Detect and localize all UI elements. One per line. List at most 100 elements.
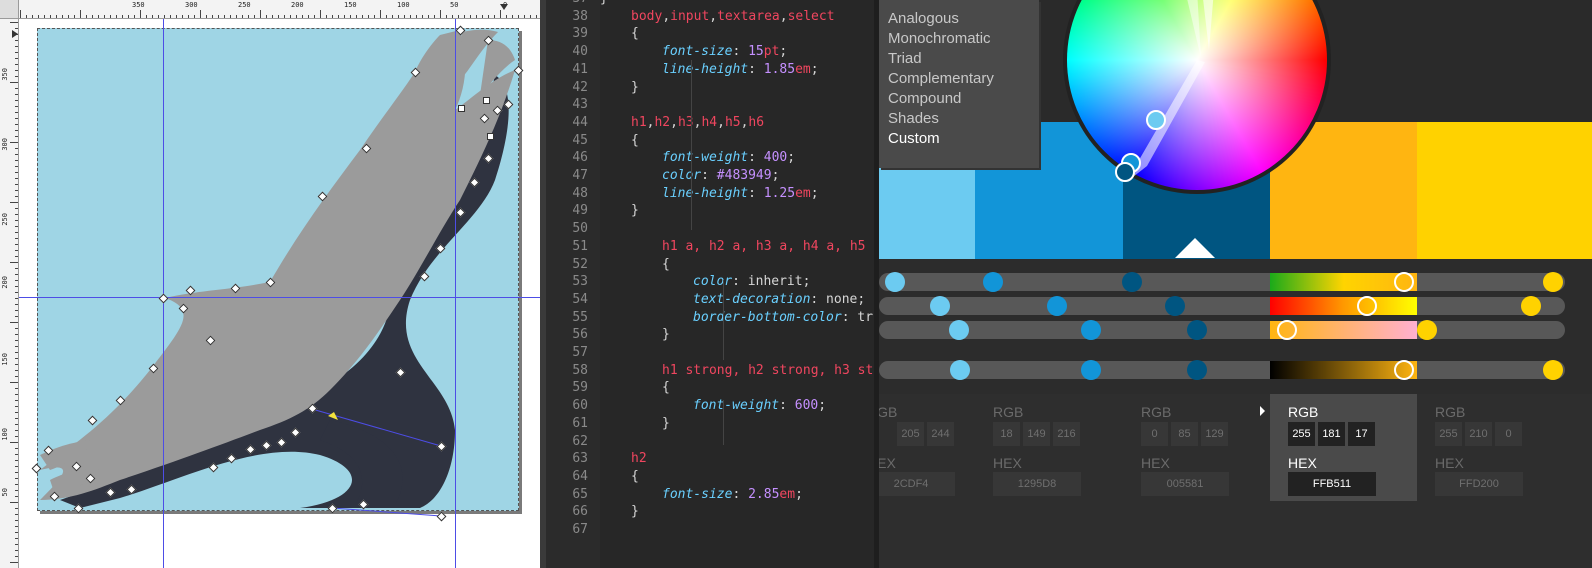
code-line[interactable]: 59 { [546,379,874,397]
rgb-value-field[interactable]: 17 [1348,422,1375,446]
code-line[interactable]: 66} [546,503,874,521]
hex-value-field[interactable]: FFD200 [1435,472,1523,496]
vertical-ruler[interactable]: 50 100 150 200 250 300 350 [0,18,19,568]
slider-knob[interactable] [1081,320,1101,340]
rgb-value-field[interactable]: 255 [1435,422,1462,446]
menu-item-shades[interactable]: Shades [888,110,939,127]
code-line[interactable]: 53 color: inherit; [546,273,874,291]
code-line[interactable]: 41 line-height: 1.85em; [546,61,874,79]
code-line[interactable]: 55 border-bottom-color: tr [546,309,874,327]
slider-knob[interactable] [930,296,950,316]
ruler-tick [38,15,39,18]
slider-knob[interactable] [983,272,1003,292]
menu-item-triad[interactable]: Triad [888,50,922,67]
rgb-value-field[interactable]: 181 [1318,422,1345,446]
menu-item-analogous[interactable]: Analogous [888,10,959,27]
code-line[interactable]: 67 [546,521,874,539]
rgb-value-field[interactable]: 205 [897,422,924,446]
rgb-value-field[interactable]: 0 [1495,422,1522,446]
slider-knob[interactable] [1187,360,1207,380]
ruler-label: 350 [1,68,9,81]
line-number: 48 [572,185,588,201]
code-line[interactable]: 51 h1 a, h2 a, h3 a, h4 a, h5 [546,238,874,256]
rgb-value-field[interactable]: 210 [1465,422,1492,446]
code-line[interactable]: 61} [546,415,874,433]
code-line[interactable]: 65 font-size: 2.85em; [546,486,874,504]
code-line[interactable]: 39 { [546,25,874,43]
slider-track[interactable] [879,361,1565,379]
slider-knob[interactable] [1543,360,1563,380]
slider-knob[interactable] [1394,272,1414,292]
code-line[interactable]: 64 { [546,468,874,486]
slider-knob[interactable] [1047,296,1067,316]
slider-knob[interactable] [950,360,970,380]
slider-knob[interactable] [1417,320,1437,340]
line-number: 54 [572,291,588,307]
code-line[interactable]: 56} [546,326,874,344]
slider-track[interactable] [879,297,1565,315]
guide-horizontal[interactable] [18,297,540,298]
hex-value-field[interactable]: FFB511 [1288,472,1376,496]
harmony-menu[interactable]: Analogous Monochromatic Triad Complementary… [879,0,1039,168]
code-line[interactable]: 54 text-decoration: none; [546,291,874,309]
slider-knob[interactable] [1277,320,1297,340]
rgb-value-field[interactable]: 244 [927,422,954,446]
ruler-label: 250 [1,213,9,226]
slider-track[interactable] [879,321,1565,339]
code-line[interactable]: 49} [546,202,874,220]
rgb-value-field[interactable]: 149 [1023,422,1050,446]
menu-item-monochromatic[interactable]: Monochromatic [888,30,991,47]
code-line[interactable]: 43 [546,96,874,114]
slider-knob[interactable] [1543,272,1563,292]
code-line[interactable]: 38 body,input,textarea,select [546,8,874,26]
code-line[interactable]: 46 font-weight: 400; [546,149,874,167]
hex-value-field[interactable]: 1295D8 [993,472,1081,496]
code-line[interactable]: 48 line-height: 1.25em; [546,185,874,203]
rgb-value-field[interactable]: 129 [1201,422,1228,446]
hex-value-field[interactable]: 2CDF4 [879,472,955,496]
code-line[interactable]: 57 [546,344,874,362]
node-handle[interactable] [458,105,465,112]
code-line[interactable]: 50 [546,220,874,238]
slider-gradient[interactable] [1270,297,1417,315]
slider-knob[interactable] [1187,320,1207,340]
code-line[interactable]: 52 { [546,256,874,274]
rgb-value-field[interactable]: 255 [1288,422,1315,446]
code-line[interactable]: 42} [546,79,874,97]
code-line[interactable]: 40 font-size: 15pt; [546,43,874,61]
code-editor-panel[interactable]: 37}38body,input,textarea,select39{40font… [540,0,874,568]
code-line[interactable]: 37} [546,0,874,8]
hex-value-field[interactable]: 005581 [1141,472,1229,496]
code-line[interactable]: 63 h2 [546,450,874,468]
code-token: ; [810,185,819,201]
menu-item-custom[interactable]: Custom [888,130,940,147]
node-handle[interactable] [487,133,494,140]
slider-knob[interactable] [1521,296,1541,316]
rgb-value-field[interactable]: 18 [993,422,1020,446]
menu-item-compound[interactable]: Compound [888,90,961,107]
slider-knob[interactable] [949,320,969,340]
rgb-value-field[interactable]: 85 [1171,422,1198,446]
slider-track[interactable] [879,273,1565,291]
slider-knob[interactable] [1394,360,1414,380]
rgb-value-field[interactable]: 0 [1141,422,1168,446]
slider-knob[interactable] [1165,296,1185,316]
guide-vertical-2[interactable] [455,18,456,568]
code-line[interactable]: 45 { [546,132,874,150]
slider-knob[interactable] [1357,296,1377,316]
code-line[interactable]: 44 h1,h2,h3,h4,h5,h6 [546,114,874,132]
slider-knob[interactable] [1081,360,1101,380]
slider-knob[interactable] [1122,272,1142,292]
rgb-value-field[interactable]: 216 [1053,422,1080,446]
slider-knob[interactable] [885,272,905,292]
code-line[interactable]: 58 h1 strong, h2 strong, h3 st [546,362,874,380]
node-handle[interactable] [483,97,490,104]
horizontal-ruler[interactable]: 0 50 100 150 200 250 300 350 [0,0,540,19]
code-line[interactable]: 47 color: #483949; [546,167,874,185]
code-line[interactable]: 60 font-weight: 600; [546,397,874,415]
menu-item-complementary[interactable]: Complementary [888,70,994,87]
ruler-tick [452,15,453,18]
code-line[interactable]: 62 [546,433,874,451]
hex-label: HEX [993,455,1022,471]
ruler-tick [15,526,18,527]
